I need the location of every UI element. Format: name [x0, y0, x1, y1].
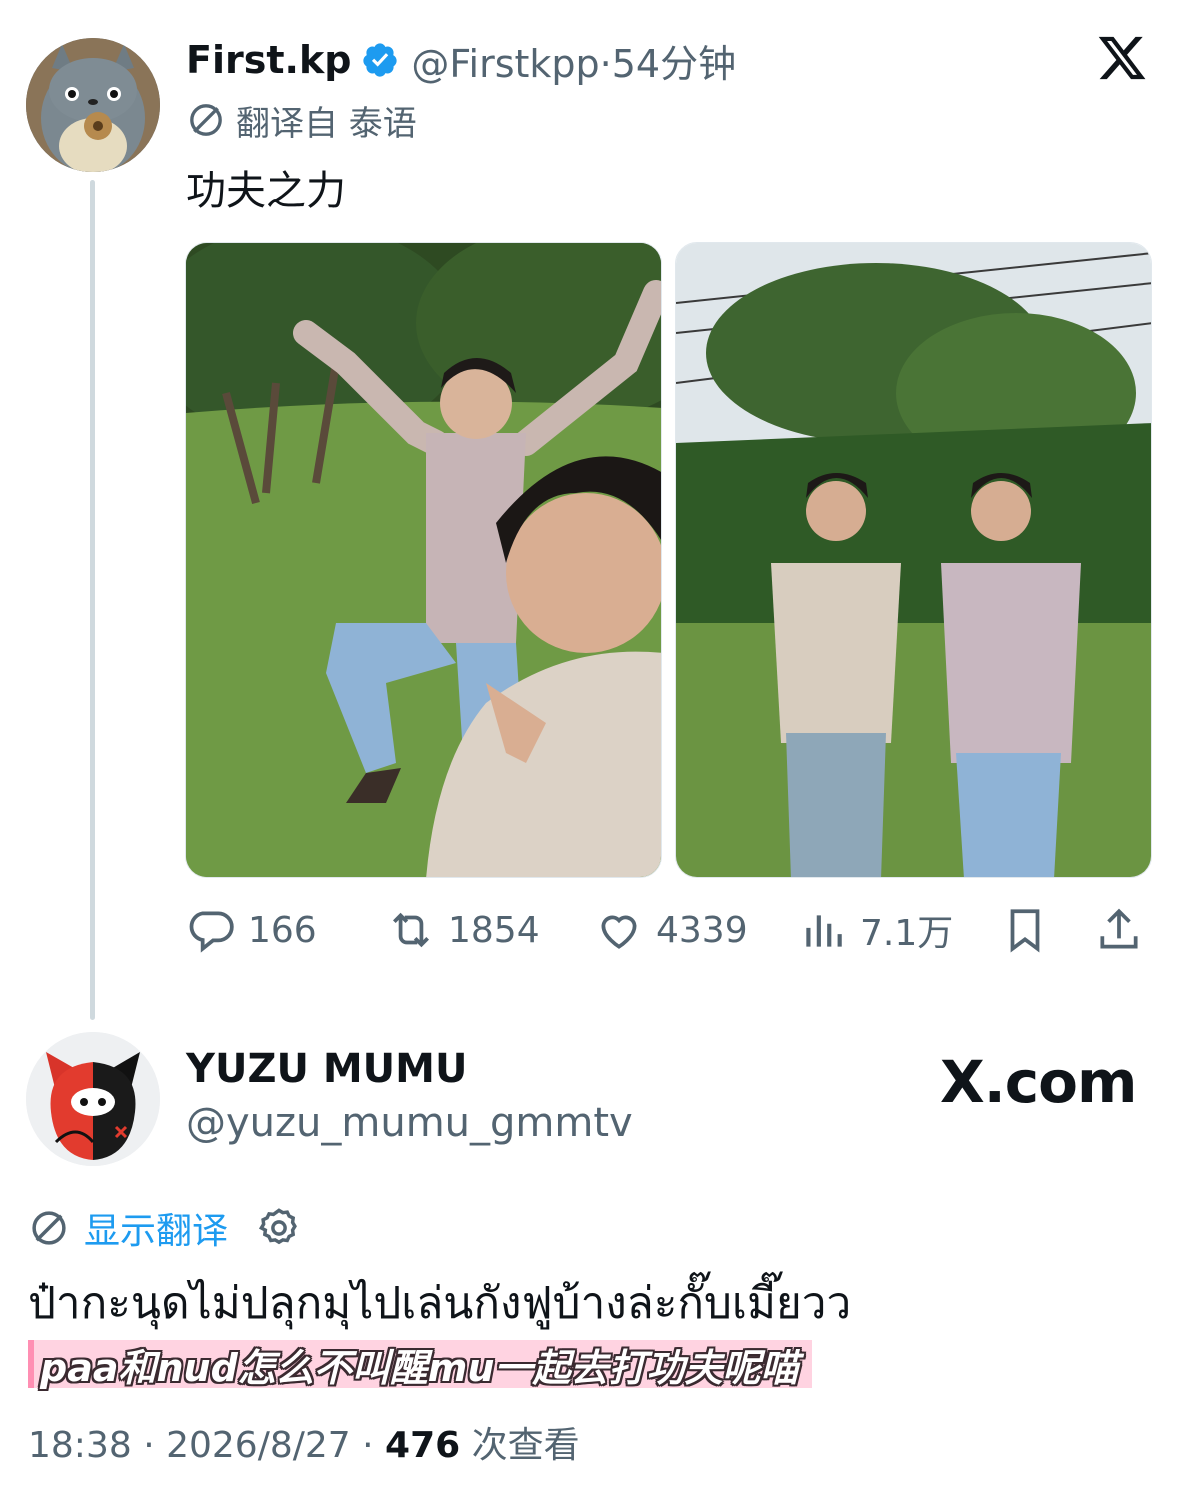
reply-count: 166 — [248, 909, 317, 951]
views-chart-icon — [806, 915, 842, 947]
reply-author-avatar[interactable] — [26, 1032, 160, 1166]
tweet-action-bar: 166 1854 4339 7.1万 — [186, 900, 1156, 960]
verified-badge-icon — [363, 43, 398, 77]
tweet-photo-2[interactable] — [675, 242, 1152, 878]
reply-icon — [189, 911, 234, 953]
reply-author-name[interactable]: YUZU MUMU — [186, 1046, 467, 1092]
views-count: 7.1万 — [860, 913, 954, 954]
thread-line — [90, 180, 95, 1020]
author-name[interactable]: First.kp — [186, 38, 351, 82]
reply-text: ป๋ากะนุดไม่ปลุกมุไปเล่นกังฟูบ้างล่ะกั๊บเ… — [28, 1278, 852, 1329]
xcom-watermark: X.com — [940, 1048, 1137, 1116]
author-avatar[interactable] — [26, 38, 160, 172]
globe-translate-icon — [190, 104, 222, 136]
gear-icon[interactable] — [256, 1205, 302, 1251]
share-icon — [1100, 908, 1138, 949]
share-button[interactable] — [1094, 900, 1156, 960]
author-handle[interactable]: @Firstkpp·54分钟 — [411, 33, 736, 88]
bookmark-button[interactable] — [1000, 900, 1062, 960]
retweet-icon — [393, 912, 429, 948]
tweet-text: 功夫之力 — [186, 168, 346, 214]
reply-date[interactable]: 2026/8/27 — [166, 1425, 351, 1466]
translated-from-row: 翻译自 泰语 — [186, 96, 417, 144]
reply-meta: 18:38 · 2026/8/27 · 476 次查看 — [28, 1425, 580, 1466]
reply-views-count: 476 — [385, 1425, 461, 1466]
x-logo-icon[interactable] — [1096, 32, 1148, 84]
reply-views-label: 次查看 — [471, 1425, 580, 1466]
reply-button[interactable]: 166 — [186, 900, 317, 960]
subtitle-text: paa和nud怎么不叫醒mu一起去打功夫呢喵 — [40, 1345, 799, 1390]
bookmark-icon — [1010, 909, 1040, 953]
tweet-time: 54分钟 — [611, 41, 737, 86]
globe-translate-icon — [32, 1211, 66, 1245]
show-translation-link[interactable]: 显示翻译 — [84, 1202, 228, 1254]
translated-from-label: 翻译自 泰语 — [236, 103, 417, 144]
tweet-photo-1[interactable] — [185, 242, 662, 878]
views-button[interactable]: 7.1万 — [798, 900, 953, 960]
reply-author-handle[interactable]: @yuzu_mumu_gmmtv — [186, 1100, 633, 1146]
reply-time[interactable]: 18:38 — [28, 1425, 132, 1466]
like-count: 4339 — [656, 909, 748, 951]
like-button[interactable]: 4339 — [594, 900, 748, 960]
subtitle-caption: paa和nud怎么不叫醒mu一起去打功夫呢喵 — [28, 1340, 813, 1390]
retweet-button[interactable]: 1854 — [386, 900, 540, 960]
heart-icon — [601, 915, 637, 949]
retweet-count: 1854 — [448, 909, 540, 951]
